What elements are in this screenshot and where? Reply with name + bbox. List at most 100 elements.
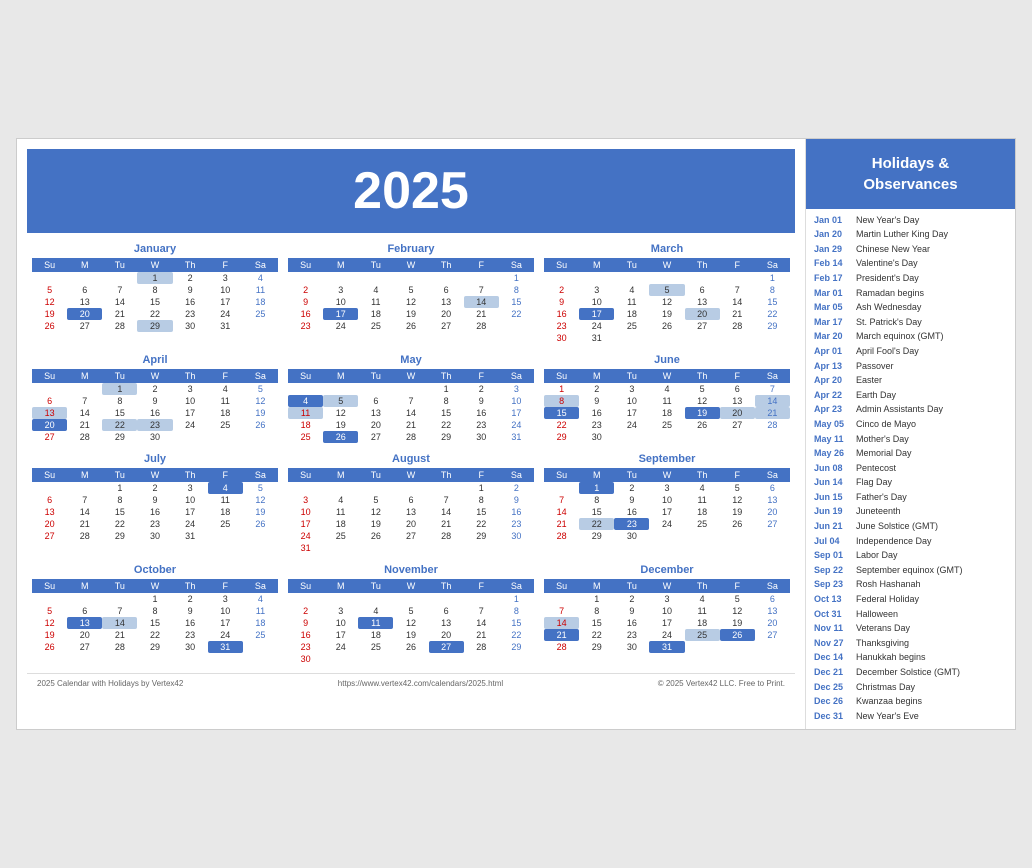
calendar-day: 1 bbox=[102, 383, 137, 395]
holiday-name: Halloween bbox=[856, 608, 898, 621]
day-header-th: Th bbox=[173, 579, 208, 593]
calendar-day: 24 bbox=[173, 419, 208, 431]
calendar-day: 9 bbox=[499, 494, 534, 506]
calendar-day: 19 bbox=[323, 419, 358, 431]
calendar-day: 15 bbox=[429, 407, 464, 419]
calendar-day: 13 bbox=[67, 617, 102, 629]
calendar-day: 29 bbox=[579, 641, 614, 653]
day-header-sa: Sa bbox=[755, 468, 790, 482]
calendar-day: 25 bbox=[323, 530, 358, 542]
calendar-day: 27 bbox=[358, 431, 393, 443]
calendar-day: 27 bbox=[429, 641, 464, 653]
calendar-day: 14 bbox=[67, 407, 102, 419]
day-header-w: W bbox=[393, 258, 428, 272]
calendar-day bbox=[323, 383, 358, 395]
holiday-date: May 11 bbox=[814, 433, 856, 446]
footer-right: © 2025 Vertex42 LLC. Free to Print. bbox=[658, 679, 785, 688]
calendar-day: 26 bbox=[243, 518, 278, 530]
day-header-w: W bbox=[137, 579, 172, 593]
holiday-date: Jun 21 bbox=[814, 520, 856, 533]
calendar-day: 5 bbox=[32, 605, 67, 617]
calendar-day: 21 bbox=[544, 629, 579, 641]
calendar-day: 21 bbox=[393, 419, 428, 431]
calendar-day: 23 bbox=[137, 419, 172, 431]
calendar-day: 18 bbox=[685, 617, 720, 629]
holiday-date: Mar 01 bbox=[814, 287, 856, 300]
month-table-october: SuMTuWThFSa12345678910111213141516171819… bbox=[32, 579, 278, 653]
day-header-w: W bbox=[137, 258, 172, 272]
calendar-day: 8 bbox=[137, 605, 172, 617]
calendar-day: 13 bbox=[429, 296, 464, 308]
calendar-day: 16 bbox=[499, 506, 534, 518]
holiday-item: Jan 01New Year's Day bbox=[814, 214, 1007, 227]
calendar-day: 10 bbox=[579, 296, 614, 308]
holiday-item: Apr 23Admin Assistants Day bbox=[814, 403, 1007, 416]
calendar-day bbox=[464, 653, 499, 665]
calendar-day: 16 bbox=[614, 506, 649, 518]
day-header-tu: Tu bbox=[102, 579, 137, 593]
calendar-day: 9 bbox=[579, 395, 614, 407]
calendar-day: 22 bbox=[429, 419, 464, 431]
calendar-day: 7 bbox=[67, 395, 102, 407]
calendar-day: 14 bbox=[393, 407, 428, 419]
day-header-th: Th bbox=[685, 258, 720, 272]
holiday-name: Easter bbox=[856, 374, 882, 387]
calendar-day: 22 bbox=[102, 518, 137, 530]
calendar-day: 27 bbox=[32, 431, 67, 443]
calendar-day: 19 bbox=[243, 407, 278, 419]
calendar-day bbox=[720, 530, 755, 542]
calendar-day: 24 bbox=[614, 419, 649, 431]
day-header-su: Su bbox=[32, 258, 67, 272]
calendar-day: 5 bbox=[393, 605, 428, 617]
calendar-day: 19 bbox=[393, 629, 428, 641]
holiday-name: April Fool's Day bbox=[856, 345, 919, 358]
holiday-item: Jun 21June Solstice (GMT) bbox=[814, 520, 1007, 533]
holiday-name: Juneteenth bbox=[856, 505, 901, 518]
calendar-day: 9 bbox=[137, 395, 172, 407]
calendar-day bbox=[102, 272, 137, 284]
holiday-item: Oct 13Federal Holiday bbox=[814, 593, 1007, 606]
day-header-th: Th bbox=[173, 369, 208, 383]
calendar-day: 23 bbox=[288, 320, 323, 332]
holiday-name: June Solstice (GMT) bbox=[856, 520, 938, 533]
calendar-day: 25 bbox=[288, 431, 323, 443]
calendar-day bbox=[649, 272, 684, 284]
month-may: MaySuMTuWThFSa12345678910111213141516171… bbox=[288, 354, 534, 443]
calendar-day bbox=[393, 272, 428, 284]
day-header-su: Su bbox=[544, 258, 579, 272]
calendar-day: 14 bbox=[429, 506, 464, 518]
calendar-day: 21 bbox=[102, 629, 137, 641]
calendar-day: 20 bbox=[429, 629, 464, 641]
calendar-day: 5 bbox=[393, 284, 428, 296]
calendar-day bbox=[544, 482, 579, 494]
holiday-date: Jun 19 bbox=[814, 505, 856, 518]
calendar-day: 28 bbox=[755, 419, 790, 431]
holiday-date: Mar 17 bbox=[814, 316, 856, 329]
calendar-day bbox=[358, 383, 393, 395]
month-table-may: SuMTuWThFSa12345678910111213141516171819… bbox=[288, 369, 534, 443]
calendar-day: 30 bbox=[499, 530, 534, 542]
holiday-name: St. Patrick's Day bbox=[856, 316, 922, 329]
calendar-day: 4 bbox=[243, 272, 278, 284]
calendar-day bbox=[208, 530, 243, 542]
calendar-day: 15 bbox=[755, 296, 790, 308]
holiday-item: Jan 20Martin Luther King Day bbox=[814, 228, 1007, 241]
calendar-day: 11 bbox=[323, 506, 358, 518]
calendar-day: 3 bbox=[649, 593, 684, 605]
calendar-day bbox=[429, 593, 464, 605]
calendar-day: 12 bbox=[32, 617, 67, 629]
holiday-item: Mar 17St. Patrick's Day bbox=[814, 316, 1007, 329]
calendar-day: 24 bbox=[173, 518, 208, 530]
month-title-april: April bbox=[32, 354, 278, 366]
calendar-day: 7 bbox=[755, 383, 790, 395]
day-header-m: M bbox=[67, 579, 102, 593]
calendar-day: 4 bbox=[208, 383, 243, 395]
calendar-day: 28 bbox=[464, 641, 499, 653]
day-header-f: F bbox=[720, 258, 755, 272]
calendar-day: 26 bbox=[323, 431, 358, 443]
month-february: FebruarySuMTuWThFSa123456789101112131415… bbox=[288, 243, 534, 344]
day-header-tu: Tu bbox=[102, 258, 137, 272]
holiday-item: Sep 01Labor Day bbox=[814, 549, 1007, 562]
calendar-day: 28 bbox=[464, 320, 499, 332]
day-header-m: M bbox=[579, 258, 614, 272]
